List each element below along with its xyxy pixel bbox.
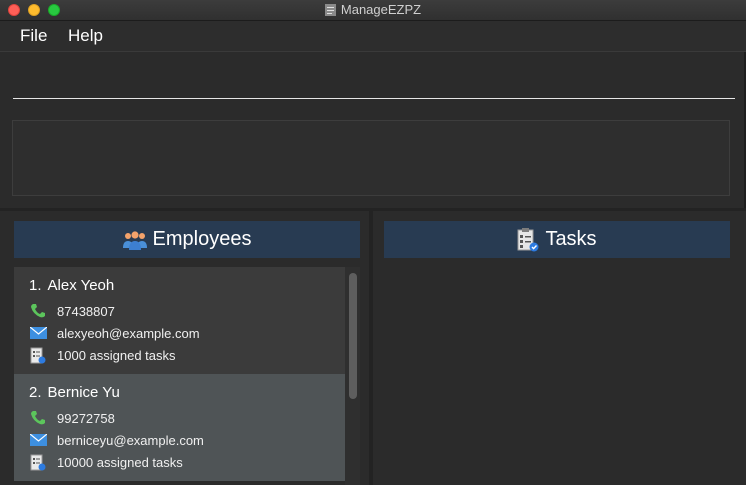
employee-index: 1. [29, 277, 42, 294]
mail-icon [29, 432, 47, 448]
window-title-wrap: ManageEZPZ [0, 2, 746, 19]
phone-icon [29, 410, 47, 426]
task-icon [29, 454, 47, 470]
phone-icon [29, 303, 47, 319]
checklist-icon [517, 227, 539, 252]
employee-name: Alex Yeoh [47, 277, 115, 294]
horizontal-divider[interactable] [0, 208, 746, 211]
email-value: alexyeoh@example.com [57, 325, 200, 341]
command-box [0, 52, 746, 110]
phone-row: 87438807 [29, 300, 345, 322]
tasks-row: 10000 assigned tasks [29, 451, 345, 473]
email-row: berniceyu@example.com [29, 429, 345, 451]
phone-row: 99272758 [29, 407, 345, 429]
mail-icon [29, 325, 47, 341]
employee-name: Bernice Yu [47, 384, 120, 401]
employee-index: 2. [29, 384, 42, 401]
task-icon [29, 347, 47, 363]
vertical-divider[interactable] [369, 211, 373, 485]
window-title: ManageEZPZ [340, 2, 422, 17]
email-value: berniceyu@example.com [57, 432, 204, 448]
result-display [12, 120, 730, 196]
menu-bar: File Help [0, 21, 746, 52]
phone-value: 99272758 [57, 410, 115, 426]
people-icon [122, 229, 147, 251]
tasks-row: 1000 assigned tasks [29, 344, 345, 366]
employee-card[interactable]: 2. Bernice Yu 99272758 berniceyu@example.… [14, 374, 345, 481]
employee-list[interactable]: 1. Alex Yeoh 87438807 alexyeoh@example.co… [14, 267, 345, 485]
scrollbar-thumb[interactable] [349, 273, 357, 399]
tasks-value: 1000 assigned tasks [57, 347, 176, 363]
phone-value: 87438807 [57, 303, 115, 319]
menu-file[interactable]: File [20, 26, 47, 46]
employee-card[interactable]: 1. Alex Yeoh 87438807 alexyeoh@example.co… [14, 267, 345, 374]
employee-name-row: 2. Bernice Yu [29, 384, 345, 401]
command-input[interactable] [13, 52, 735, 99]
document-icon [324, 4, 336, 19]
email-row: alexyeoh@example.com [29, 322, 345, 344]
tasks-header: Tasks [384, 221, 730, 258]
tasks-title: Tasks [545, 228, 597, 250]
menu-help[interactable]: Help [68, 26, 103, 46]
tasks-value: 10000 assigned tasks [57, 454, 183, 470]
employees-header: Employees [14, 221, 360, 258]
employee-name-row: 1. Alex Yeoh [29, 277, 345, 294]
window-titlebar: ManageEZPZ [0, 0, 746, 21]
employees-title: Employees [152, 228, 252, 250]
